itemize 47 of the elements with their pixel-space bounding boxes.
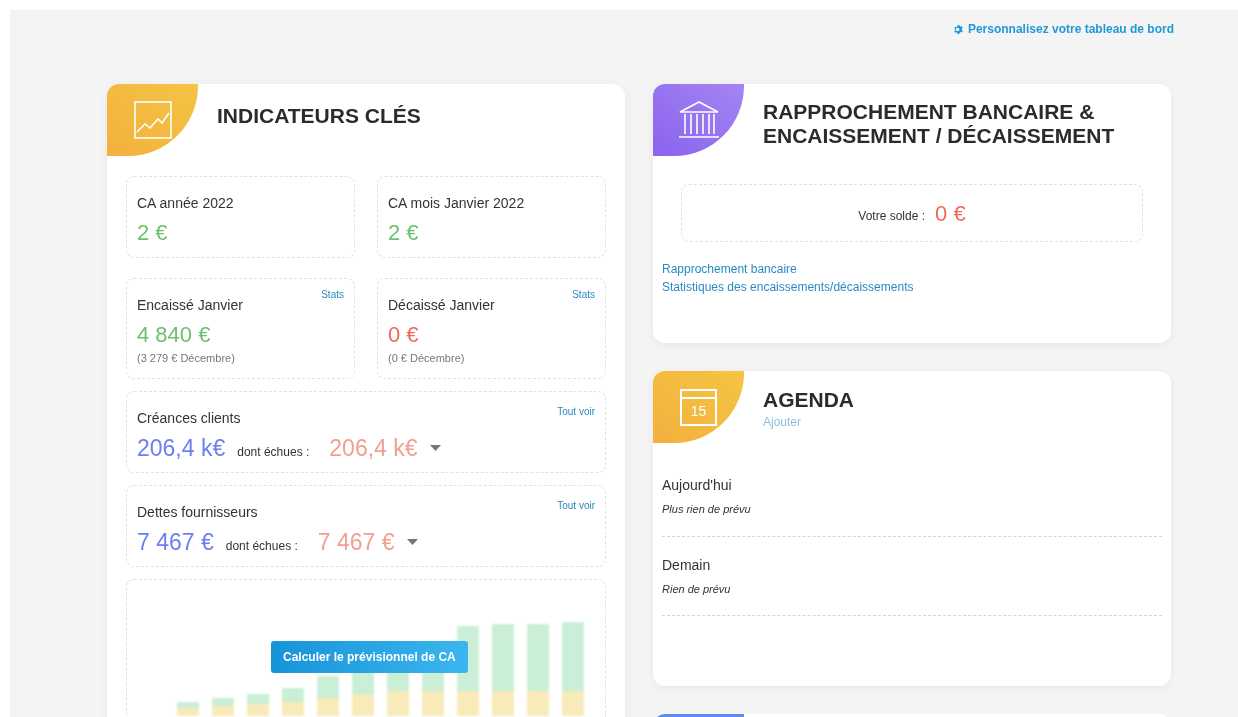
total-value: 206,4 k€ (137, 434, 226, 463)
balance-label: Votre solde : (858, 208, 926, 225)
gear-icon (952, 23, 964, 35)
bank-link[interactable]: Rapprochement bancaire (662, 260, 797, 278)
tile-value: 2 € (388, 219, 419, 247)
card-title: AGENDA (763, 387, 854, 413)
day-label: Demain (662, 555, 712, 575)
day-note: Rien de prévu (662, 581, 732, 597)
tile-label: CA mois Janvier 2022 (388, 194, 525, 213)
overdue-label: dont échues : (237, 444, 310, 461)
add-link[interactable]: Ajouter (763, 413, 802, 431)
day-note: Plus rien de prévu (662, 502, 752, 517)
tile-label: CA année 2022 (137, 194, 234, 213)
caret-icon (406, 539, 418, 546)
chart-bar (317, 676, 339, 716)
stats-link[interactable]: Stats (321, 287, 344, 302)
calendar-icon: 15 (680, 388, 717, 426)
bank-link[interactable]: Statistiques des encaissements/décaissements (662, 278, 914, 296)
tile-label: Décaissé Janvier (388, 296, 495, 315)
tile-label: Créances clients (137, 409, 241, 428)
previous-month-value: (3 279 € Décembre) (137, 351, 236, 366)
view-all-link[interactable]: Tout voir (557, 404, 595, 419)
overdue-value: 206,4 k€ (329, 434, 418, 463)
day-label: Aujourd'hui (662, 476, 733, 495)
bank-icon (676, 100, 721, 140)
forecast-button[interactable]: Calculer le prévisionnel de CA (271, 641, 468, 673)
caret-icon (429, 445, 441, 452)
previous-month-value: (0 € Décembre) (388, 351, 466, 366)
total-value: 7 467 € (137, 528, 214, 557)
card-title: RAPPROCHEMENT BANCAIRE & ENCAISSEMENT / DÉCAISSEMENT (763, 100, 1116, 149)
view-all-link[interactable]: Tout voir (557, 498, 595, 513)
tile-value: 0 € (388, 321, 419, 349)
tile-value: 2 € (137, 219, 168, 247)
chart-bar (247, 694, 269, 716)
chart-bar (177, 702, 199, 716)
line-chart-icon (133, 101, 172, 139)
tile-label: Encaissé Janvier (137, 296, 243, 315)
card-title: INDICATEURS CLÉS (217, 103, 421, 129)
overdue-label: dont échues : (225, 538, 298, 555)
customize-dashboard-link[interactable]: Personnalisez votre tableau de bord (952, 20, 1174, 38)
tile-value: 4 840 € (137, 321, 211, 349)
chart-bar (212, 698, 234, 716)
balance-value: 0 € (935, 199, 966, 228)
stats-link[interactable]: Stats (572, 287, 595, 302)
overdue-value: 7 467 € (317, 528, 395, 557)
chart-bar (282, 688, 304, 716)
tile-label: Dettes fournisseurs (137, 503, 258, 522)
